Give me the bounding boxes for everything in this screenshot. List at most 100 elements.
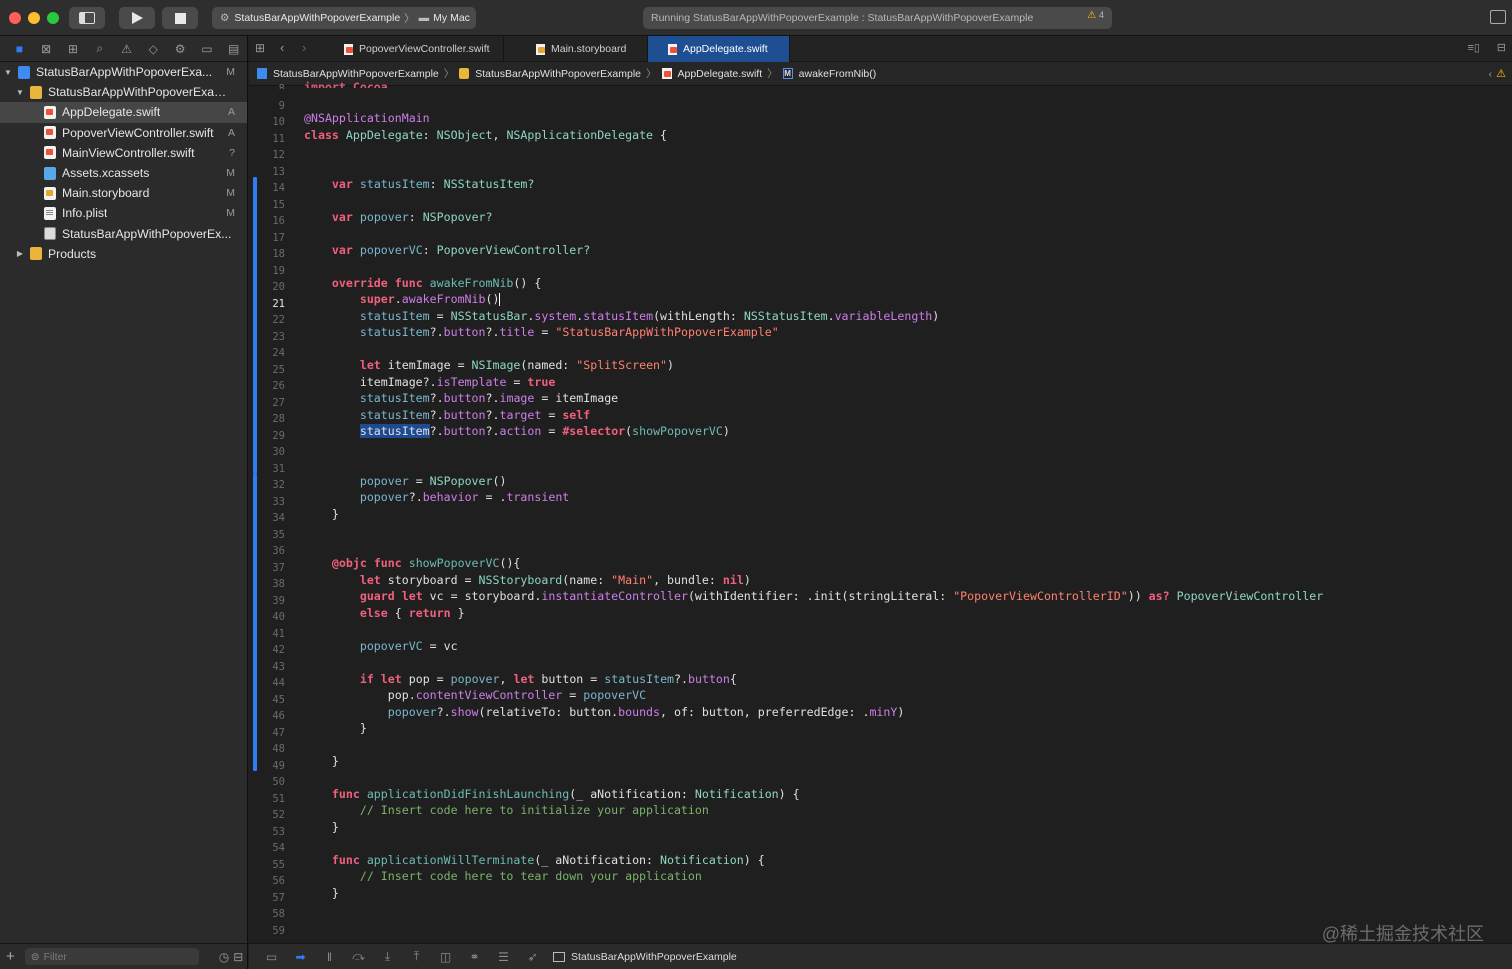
line-number[interactable]: 25 <box>249 364 285 376</box>
line-number[interactable]: 21 <box>249 298 285 310</box>
line-number[interactable]: 38 <box>249 578 285 590</box>
prev-issue-icon[interactable]: ‹ <box>1489 68 1493 80</box>
tree-item-group[interactable]: ▼ StatusBarAppWithPopoverExam... <box>0 82 247 102</box>
line-number[interactable]: 14 <box>249 182 285 194</box>
jump-group[interactable]: StatusBarAppWithPopoverExample <box>475 68 641 80</box>
line-number[interactable]: 8 <box>249 83 285 89</box>
issue-icon[interactable]: ⚠ <box>113 42 140 56</box>
line-number[interactable]: 17 <box>249 232 285 244</box>
line-number[interactable]: 55 <box>249 859 285 871</box>
search-icon[interactable]: ⌕ <box>86 41 113 56</box>
jump-file[interactable]: AppDelegate.swift <box>678 68 763 80</box>
line-number[interactable]: 54 <box>249 842 285 854</box>
warnings-badge[interactable]: ⚠ 4 <box>1087 10 1104 21</box>
line-number[interactable]: 30 <box>249 446 285 458</box>
test-icon[interactable]: ◇ <box>140 42 167 56</box>
line-number[interactable]: 26 <box>249 380 285 392</box>
line-number[interactable]: 33 <box>249 496 285 508</box>
line-number[interactable]: 19 <box>249 265 285 277</box>
line-number[interactable]: 46 <box>249 710 285 722</box>
report-icon[interactable]: ▤ <box>220 42 247 56</box>
close-window-button[interactable] <box>9 12 21 24</box>
line-number[interactable]: 10 <box>249 116 285 128</box>
tab-main-storyboard[interactable]: Main.storyboard <box>504 36 648 62</box>
line-number[interactable]: 44 <box>249 677 285 689</box>
symbol-icon[interactable]: ⊞ <box>60 42 87 56</box>
line-number[interactable]: 13 <box>249 166 285 178</box>
line-number[interactable]: 58 <box>249 908 285 920</box>
line-number[interactable]: 47 <box>249 727 285 739</box>
line-number[interactable]: 9 <box>249 100 285 112</box>
environment-overrides-icon[interactable]: ☰ <box>489 950 518 964</box>
tree-item-storyboard[interactable]: Main.storyboard M <box>0 183 247 203</box>
toggle-navigator-button[interactable] <box>69 7 105 29</box>
line-number[interactable]: 28 <box>249 413 285 425</box>
run-button[interactable] <box>119 7 155 29</box>
tree-item-mainvc[interactable]: MainViewController.swift ? <box>0 143 247 163</box>
memory-graph-icon[interactable]: ⚭ <box>460 950 489 964</box>
tree-item-plist[interactable]: Info.plist M <box>0 203 247 223</box>
line-number[interactable]: 49 <box>249 760 285 772</box>
step-out-icon[interactable]: ⤒ <box>402 949 431 964</box>
line-number[interactable]: 16 <box>249 215 285 227</box>
folder-icon[interactable]: ■ <box>6 42 33 56</box>
line-number[interactable]: 20 <box>249 281 285 293</box>
breakpoints-toggle-icon[interactable]: ➡ <box>286 950 315 964</box>
line-number[interactable]: 34 <box>249 512 285 524</box>
line-number[interactable]: 31 <box>249 463 285 475</box>
line-number[interactable]: 48 <box>249 743 285 755</box>
tab-appdelegate[interactable]: AppDelegate.swift <box>648 36 790 62</box>
forward-icon[interactable]: › <box>302 40 306 55</box>
line-number[interactable]: 52 <box>249 809 285 821</box>
scheme-selector[interactable]: ⚙ StatusBarAppWithPopoverExample 〉 ▬ My … <box>212 7 476 29</box>
line-number[interactable]: 32 <box>249 479 285 491</box>
line-number[interactable]: 53 <box>249 826 285 838</box>
line-number[interactable]: 36 <box>249 545 285 557</box>
location-icon[interactable]: ➶ <box>518 950 547 964</box>
jump-symbol[interactable]: awakeFromNib() <box>799 68 877 80</box>
tree-item-appdelegate[interactable]: AppDelegate.swift A <box>0 102 247 123</box>
line-number[interactable]: 22 <box>249 314 285 326</box>
line-number[interactable]: 24 <box>249 347 285 359</box>
step-into-icon[interactable]: ⤓ <box>373 949 402 964</box>
tab-popoverviewcontroller[interactable]: PopoverViewController.swift <box>332 36 504 62</box>
add-icon[interactable]: + <box>6 948 15 965</box>
line-number[interactable]: 27 <box>249 397 285 409</box>
line-number[interactable]: 59 <box>249 925 285 937</box>
disclosure-open-icon[interactable]: ▼ <box>14 88 26 97</box>
line-number[interactable]: 40 <box>249 611 285 623</box>
zoom-window-button[interactable] <box>47 12 59 24</box>
tree-item-assets[interactable]: Assets.xcassets M <box>0 163 247 183</box>
minimize-window-button[interactable] <box>28 12 40 24</box>
line-number[interactable]: 12 <box>249 149 285 161</box>
step-over-icon[interactable]: ⤼ <box>344 949 373 964</box>
line-number[interactable]: 45 <box>249 694 285 706</box>
hide-debug-area-icon[interactable]: ▭ <box>257 950 286 964</box>
tree-item-entitlements[interactable]: StatusBarAppWithPopoverEx... <box>0 224 247 244</box>
debug-target[interactable]: StatusBarAppWithPopoverExample <box>571 951 737 963</box>
line-number[interactable]: 56 <box>249 875 285 887</box>
stop-button[interactable] <box>162 7 198 29</box>
line-number[interactable]: 39 <box>249 595 285 607</box>
jump-project[interactable]: StatusBarAppWithPopoverExample <box>273 68 439 80</box>
view-debugger-icon[interactable]: ◫ <box>431 950 460 964</box>
pause-icon[interactable]: ‖ <box>315 950 344 964</box>
line-number[interactable]: 35 <box>249 529 285 541</box>
disclosure-open-icon[interactable]: ▼ <box>2 68 14 77</box>
tree-item-project[interactable]: ▼ StatusBarAppWithPopoverExa... M <box>0 62 247 82</box>
tree-item-popovervc[interactable]: PopoverViewController.swift A <box>0 123 247 143</box>
tree-item-products[interactable]: ▶ Products <box>0 244 247 264</box>
line-number[interactable]: 37 <box>249 562 285 574</box>
line-number[interactable]: 43 <box>249 661 285 673</box>
line-number[interactable]: 18 <box>249 248 285 260</box>
recent-files-icon[interactable]: ◷ <box>219 950 229 964</box>
line-number[interactable]: 41 <box>249 628 285 640</box>
debug-icon[interactable]: ⚙ <box>167 42 194 56</box>
line-number[interactable]: 50 <box>249 776 285 788</box>
line-number[interactable]: 51 <box>249 793 285 805</box>
line-number[interactable]: 15 <box>249 199 285 211</box>
line-number[interactable]: 29 <box>249 430 285 442</box>
back-icon[interactable]: ‹ <box>280 40 284 55</box>
line-number[interactable]: 57 <box>249 892 285 904</box>
toggle-inspector-icon[interactable] <box>1490 10 1506 24</box>
